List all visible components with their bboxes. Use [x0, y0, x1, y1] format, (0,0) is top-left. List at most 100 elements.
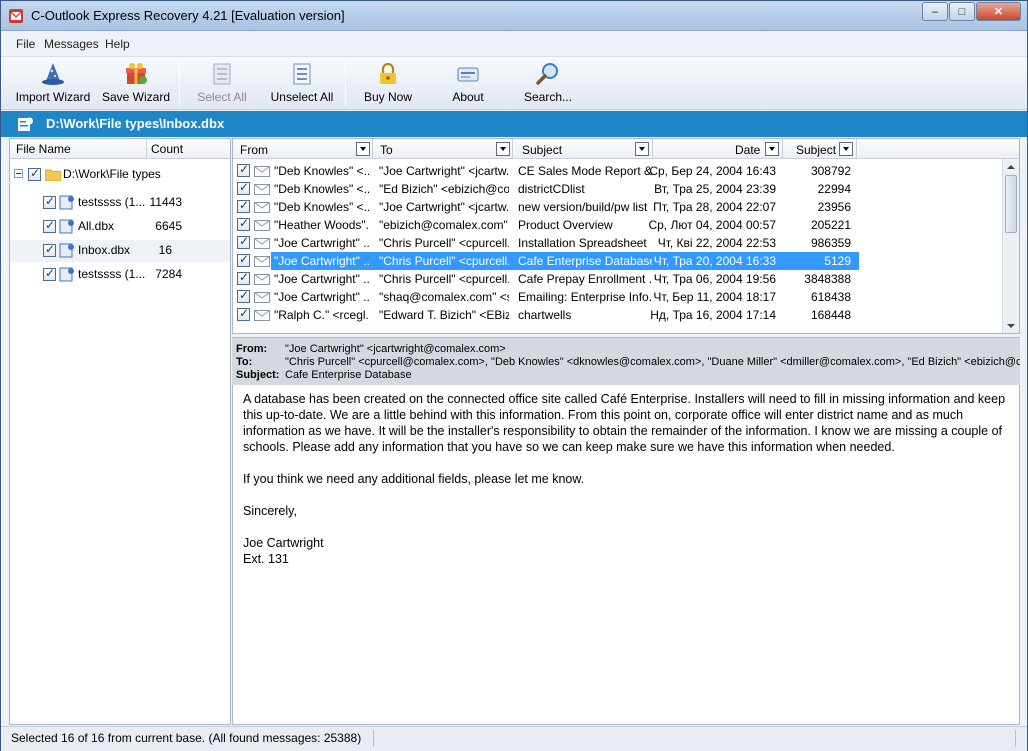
message-row[interactable]: "Ralph C." <rcegl... "Edward T. Bizich" <… — [233, 306, 1003, 324]
list-icon — [293, 63, 311, 85]
message-row[interactable]: "Deb Knowles" <... "Joe Cartwright" <jcar… — [233, 198, 1003, 216]
message-from: "Ralph C." <rcegl... — [274, 308, 370, 322]
message-list: From To Subject Date Subject "Deb Knowle… — [232, 138, 1020, 334]
menu-bar: File Messages Help — [1, 32, 1027, 56]
close-button[interactable]: ✕ — [976, 2, 1021, 21]
collapse-icon[interactable] — [14, 169, 23, 178]
tree-checkbox[interactable] — [43, 266, 56, 281]
column-to-label: To — [380, 143, 393, 157]
message-checkbox[interactable] — [237, 180, 250, 195]
buy-now-button[interactable]: Buy Now — [357, 59, 419, 109]
message-row[interactable]: "Deb Knowles" <... "Ed Bizich" <ebizich@c… — [233, 180, 1003, 198]
message-date: Чт, Бер 11, 2004 18:17 — [653, 290, 776, 304]
tree-item-selected[interactable]: Inbox.dbx 16 — [10, 240, 230, 262]
message-row-selected[interactable]: "Joe Cartwright" ... "Chris Purcell" <cpu… — [233, 252, 1003, 270]
magnifier-icon — [536, 63, 558, 85]
about-label: About — [452, 90, 484, 104]
path-bar: D:\Work\File types\Inbox.dbx — [1, 111, 1027, 137]
wizard-hat-icon — [42, 63, 64, 85]
tree-checkbox[interactable] — [43, 218, 56, 233]
tree-item[interactable]: testssss (1... 7284 — [10, 264, 230, 286]
message-row[interactable]: "Deb Knowles" <... "Joe Cartwright" <jcar… — [233, 162, 1003, 180]
import-wizard-button[interactable]: Import Wizard — [13, 59, 93, 109]
scroll-down-icon[interactable] — [1003, 318, 1019, 333]
message-to: "shaq@comalex.com" <s... — [379, 290, 509, 304]
message-list-scrollbar[interactable] — [1002, 159, 1019, 333]
message-subject: districtCDlist — [518, 182, 585, 196]
header-count[interactable]: Count — [151, 142, 183, 156]
message-from: "Heather Woods"... — [274, 218, 370, 232]
message-from: "Joe Cartwright" ... — [274, 290, 370, 304]
header-file-name[interactable]: File Name — [16, 142, 71, 156]
tree-checkbox[interactable] — [28, 166, 41, 181]
search-button[interactable]: Search... — [517, 59, 579, 109]
save-wizard-button[interactable]: Save Wizard — [101, 59, 171, 109]
maximize-button[interactable]: □ — [949, 2, 975, 21]
tree-header: File Name Count — [10, 139, 230, 159]
message-date: Вт, Тра 25, 2004 23:39 — [654, 182, 776, 196]
message-checkbox[interactable] — [237, 216, 250, 231]
message-body-pane[interactable]: A database has been created on the conne… — [232, 385, 1020, 725]
message-date: Чт, Кві 22, 2004 22:53 — [657, 236, 776, 250]
tree-root[interactable]: D:\Work\File types — [10, 164, 230, 186]
tree-item-label: testssss (1... — [78, 267, 146, 281]
status-separator — [1015, 730, 1016, 747]
scroll-thumb[interactable] — [1005, 175, 1017, 233]
message-checkbox[interactable] — [237, 288, 250, 303]
column-from[interactable]: From — [233, 139, 373, 159]
message-size: 308792 — [810, 164, 851, 178]
message-to: "Ed Bizich" <ebizich@co... — [379, 182, 509, 196]
message-to: "Joe Cartwright" <jcartw... — [379, 164, 509, 178]
title-bar[interactable]: C-Outlook Express Recovery 4.21 [Evaluat… — [1, 1, 1027, 31]
message-row[interactable]: "Heather Woods"... "ebizich@comalex.com" … — [233, 216, 1003, 234]
message-checkbox[interactable] — [237, 270, 250, 285]
message-checkbox[interactable] — [237, 252, 250, 267]
menu-help[interactable]: Help — [105, 37, 130, 51]
envelope-icon — [254, 292, 270, 303]
column-subject[interactable]: Subject — [513, 139, 653, 159]
chevron-down-icon[interactable] — [765, 142, 779, 156]
message-checkbox[interactable] — [237, 198, 250, 213]
tree-checkbox[interactable] — [43, 194, 56, 209]
from-label: From: — [236, 343, 268, 355]
chevron-down-icon[interactable] — [496, 142, 510, 156]
message-row[interactable]: "Joe Cartwright" ... "shaq@comalex.com" <… — [233, 288, 1003, 306]
envelope-icon — [254, 166, 270, 177]
unselect-all-button[interactable]: Unselect All — [267, 59, 337, 109]
select-all-label: Select All — [197, 90, 247, 104]
chevron-down-icon[interactable] — [635, 142, 649, 156]
envelope-icon — [254, 310, 270, 321]
message-checkbox[interactable] — [237, 306, 250, 321]
column-size[interactable]: Subject — [783, 139, 857, 159]
menu-file[interactable]: File — [16, 37, 35, 51]
menu-messages[interactable]: Messages — [44, 37, 99, 51]
tree-item[interactable]: All.dbx 6645 — [10, 216, 230, 238]
chevron-down-icon[interactable] — [839, 142, 853, 156]
folder-icon — [45, 169, 61, 181]
message-to: "Chris Purcell" <cpurcell... — [379, 236, 509, 250]
message-checkbox[interactable] — [237, 162, 250, 177]
chevron-down-icon[interactable] — [356, 142, 370, 156]
column-to[interactable]: To — [373, 139, 513, 159]
message-subject: Emailing: Enterprise Info... — [518, 290, 652, 304]
minimize-button[interactable]: – — [922, 2, 948, 21]
tree-checkbox[interactable] — [43, 242, 56, 257]
message-from: "Joe Cartwright" ... — [274, 254, 370, 268]
message-row[interactable]: "Joe Cartwright" ... "Chris Purcell" <cpu… — [233, 270, 1003, 288]
message-size: 3848388 — [804, 272, 851, 286]
import-wizard-label: Import Wizard — [15, 90, 91, 104]
status-text: Selected 16 of 16 from current base. (Al… — [11, 731, 362, 745]
column-date[interactable]: Date — [653, 139, 783, 159]
message-date: Ср, Бер 24, 2004 16:43 — [649, 164, 776, 178]
message-date: Пт, Тра 28, 2004 22:07 — [653, 200, 776, 214]
message-checkbox[interactable] — [237, 234, 250, 249]
tree-item[interactable]: testssss (1... 11443 — [10, 192, 230, 214]
message-row[interactable]: "Joe Cartwright" ... "Chris Purcell" <cpu… — [233, 234, 1003, 252]
message-header-panel: From: "Joe Cartwright" <jcartwright@coma… — [232, 337, 1020, 385]
scroll-up-icon[interactable] — [1003, 159, 1019, 175]
close-icon: ✕ — [993, 6, 1004, 18]
header-divider[interactable] — [146, 139, 147, 159]
envelope-icon — [254, 256, 270, 267]
select-all-button[interactable]: Select All — [191, 59, 253, 109]
about-button[interactable]: About — [437, 59, 499, 109]
